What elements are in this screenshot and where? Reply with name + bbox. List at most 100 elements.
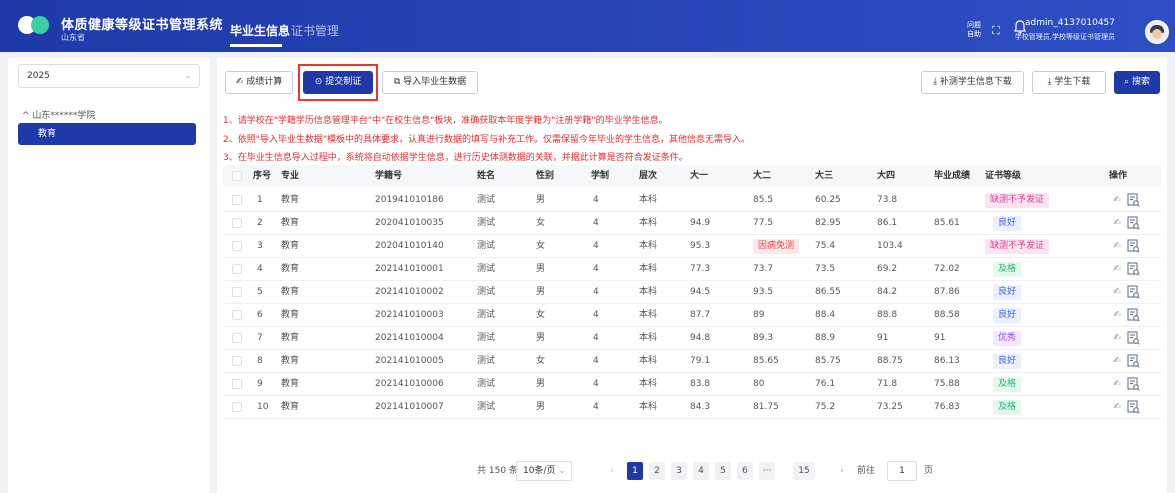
view-document-icon[interactable] (1127, 354, 1140, 368)
cell-grad: 76.83 (934, 402, 960, 412)
download-supplementary-label: 补测学生信息下载 (939, 77, 1012, 87)
help-button[interactable]: 问题 自助 (963, 21, 985, 39)
page-number-button[interactable]: 5 (715, 462, 731, 480)
cell-grad: 72.02 (934, 264, 960, 274)
col-header: 操作 (1109, 171, 1128, 181)
view-document-icon[interactable] (1127, 308, 1140, 322)
edit-icon[interactable]: ✍ (1111, 355, 1123, 367)
calc-score-button[interactable]: ✍ 成绩计算 (225, 71, 293, 94)
table-row: 5 教育 202141010002 测试 男 4 本科 94.5 93.5 86.55 84.2 87… (223, 281, 1161, 304)
edit-icon[interactable]: ✍ (1111, 240, 1123, 252)
cell-y2: 80 (753, 379, 765, 389)
view-document-icon[interactable] (1127, 262, 1140, 276)
cell-gender: 男 (536, 195, 546, 205)
col-header: 毕业成绩 (934, 171, 971, 181)
row-checkbox[interactable] (232, 218, 242, 228)
cell-cert: 良好 (993, 350, 1022, 372)
cell-no: 9 (257, 379, 263, 389)
search-label: 搜索 (1131, 77, 1150, 87)
view-document-icon[interactable] (1127, 285, 1140, 299)
page-number-button[interactable]: 15 (793, 462, 815, 480)
goto-page-input[interactable]: 1 (887, 461, 917, 481)
cell-years: 4 (593, 379, 599, 389)
tree-node-school[interactable]: ^ 山东******学院 (22, 108, 95, 121)
cell-y3: 85.75 (815, 356, 841, 366)
view-document-icon[interactable] (1127, 216, 1140, 230)
cell-y3: 60.25 (815, 195, 841, 205)
edit-icon[interactable]: ✍ (1111, 378, 1123, 390)
cell-y2: 81.75 (753, 402, 779, 412)
page-number-button[interactable]: 1 (627, 462, 643, 480)
year-select[interactable]: 2025 ⌄ (18, 64, 200, 88)
cell-id: 202141010006 (375, 379, 444, 389)
cell-y4: 88.75 (877, 356, 903, 366)
cell-y3: 76.1 (815, 379, 836, 389)
cell-y4: 73.25 (877, 402, 903, 412)
edit-icon[interactable]: ✍ (1111, 401, 1123, 413)
row-checkbox[interactable] (232, 379, 242, 389)
certificate-level-badge: 缺测不予发证 (985, 193, 1050, 208)
more-pages-icon[interactable]: ··· (759, 462, 775, 480)
chevron-up-icon: ^ (22, 111, 33, 121)
row-checkbox[interactable] (232, 356, 242, 366)
edit-icon: ✍ (235, 77, 247, 87)
cell-major: 教育 (281, 264, 300, 274)
calc-score-label: 成绩计算 (246, 77, 283, 87)
edit-icon[interactable]: ✍ (1111, 332, 1123, 344)
tree-node-major[interactable]: 教育 (18, 123, 196, 145)
cell-y2: 77.5 (753, 218, 774, 228)
cell-years: 4 (593, 264, 599, 274)
edit-icon[interactable]: ✍ (1111, 286, 1123, 298)
page-number-button[interactable]: 6 (737, 462, 753, 480)
cell-y2: 85.5 (753, 195, 774, 205)
download-supplementary-button[interactable]: ⤓ 补测学生信息下载 (921, 71, 1024, 94)
avatar[interactable] (1145, 20, 1169, 44)
cell-level: 本科 (639, 356, 658, 366)
row-checkbox[interactable] (232, 241, 242, 251)
certificate-level-badge: 及格 (993, 262, 1022, 277)
row-checkbox[interactable] (232, 195, 242, 205)
page-size-select[interactable]: 10条/页 ⌄ (516, 461, 572, 481)
tab-graduate-info[interactable]: 毕业生信息 (230, 22, 290, 39)
view-document-icon[interactable] (1127, 400, 1140, 414)
notice-line-2: 2、依照"导入毕业生数据"模板中的具体要求，认真进行数据的填写与补充工作。仅需保… (223, 135, 751, 145)
row-checkbox[interactable] (232, 333, 242, 343)
row-checkbox[interactable] (232, 402, 242, 412)
cell-major: 教育 (281, 287, 300, 297)
cell-major: 教育 (281, 310, 300, 320)
fullscreen-icon[interactable]: ⛶ (992, 24, 1000, 38)
edit-icon[interactable]: ✍ (1111, 309, 1123, 321)
certificate-level-badge: 及格 (993, 377, 1022, 392)
row-checkbox[interactable] (232, 264, 242, 274)
view-document-icon[interactable] (1127, 193, 1140, 207)
import-graduates-button[interactable]: ⧉ 导入毕业生数据 (382, 71, 478, 94)
cell-y2: 73.7 (753, 264, 774, 274)
edit-icon[interactable]: ✍ (1111, 194, 1123, 206)
page-number-button[interactable]: 4 (693, 462, 709, 480)
select-all-checkbox[interactable] (232, 171, 242, 181)
cell-y1: 95.3 (690, 241, 711, 251)
view-document-icon[interactable] (1127, 331, 1140, 345)
edit-icon[interactable]: ✍ (1111, 263, 1123, 275)
view-document-icon[interactable] (1127, 239, 1140, 253)
import-graduates-label: 导入毕业生数据 (403, 77, 467, 87)
col-header: 姓名 (477, 171, 496, 181)
view-document-icon[interactable] (1127, 377, 1140, 391)
download-students-button[interactable]: ⤓ 学生下载 (1032, 71, 1106, 94)
cell-y4: 84.2 (877, 287, 898, 297)
chevron-down-icon: ⌄ (184, 71, 191, 80)
tab-certificate-management[interactable]: 证书管理 (291, 22, 339, 39)
page-unit-label: 页 (924, 466, 934, 476)
edit-icon[interactable]: ✍ (1111, 217, 1123, 229)
page-number-button[interactable]: 3 (671, 462, 687, 480)
cell-major: 教育 (281, 356, 300, 366)
prev-page-icon[interactable]: ‹ (604, 462, 620, 480)
cell-y4: 69.2 (877, 264, 898, 274)
row-checkbox[interactable] (232, 310, 242, 320)
next-page-icon[interactable]: › (834, 462, 850, 480)
search-button[interactable]: ⌕ 搜索 (1114, 71, 1160, 94)
chevron-down-icon: ⌄ (558, 466, 566, 476)
submit-certificate-button[interactable]: ⊙ 提交制证 (303, 71, 373, 94)
row-checkbox[interactable] (232, 287, 242, 297)
page-number-button[interactable]: 2 (649, 462, 665, 480)
